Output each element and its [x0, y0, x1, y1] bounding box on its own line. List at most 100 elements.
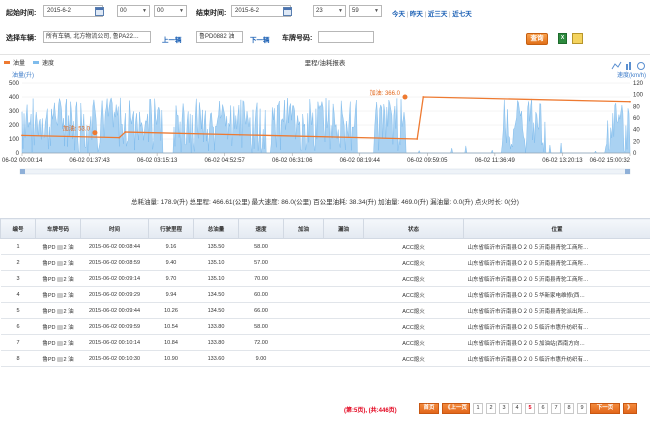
plate-input[interactable]	[318, 31, 374, 43]
column-header[interactable]: 行驶里程	[148, 218, 194, 239]
cell-fuel: 134.50	[193, 302, 239, 319]
last-page-button[interactable]: 》	[623, 403, 637, 414]
chevron-down-icon: ▼	[338, 8, 343, 14]
slider-left-handle[interactable]	[20, 169, 25, 174]
end-minute-select[interactable]: 59 ▼	[349, 5, 382, 17]
start-hour-value: 00	[120, 8, 127, 14]
page-3-button[interactable]: 3	[499, 403, 509, 414]
cell-loc: 山东省临沂市沂南县Ｏ２０５沂南县青驼工商所…	[463, 238, 650, 255]
vehicle-select[interactable]: 所有车辆, 北方物流公司, 鲁PA22…	[43, 31, 151, 43]
end-date-input[interactable]: 2015-6-2	[231, 5, 291, 17]
y-tick-right: 100	[633, 93, 644, 99]
calendar-icon[interactable]	[95, 7, 104, 16]
cell-loc: 山东省临沂市沂南县Ｏ２０５临沂市惠升纺织有…	[463, 318, 650, 335]
plate-prefix: 鲁PD	[42, 340, 56, 347]
page-7-button[interactable]: 7	[551, 403, 561, 414]
page-5-button[interactable]: 5	[525, 403, 535, 414]
quick-7days-link[interactable]: 近七天	[452, 11, 472, 18]
next-vehicle-link[interactable]: 下一辆	[250, 34, 270, 44]
y-tick-left: 400	[9, 95, 20, 101]
y-axis-right-label: 速度(km/h)	[617, 71, 646, 79]
start-minute-select[interactable]: 00 ▼	[154, 5, 187, 17]
column-header[interactable]: 车牌号码	[35, 218, 81, 239]
print-icon[interactable]	[572, 33, 583, 44]
table-row[interactable]: 4 鲁PD 2 油 2015-06-02 00:09:29 9.94 134.50 60.0…	[0, 286, 650, 303]
first-page-button[interactable]: 首页	[419, 403, 439, 414]
query-button[interactable]: 查询	[526, 33, 548, 45]
prev-vehicle-link[interactable]: 上一辆	[162, 34, 182, 44]
page-4-button[interactable]: 4	[512, 403, 522, 414]
next-page-button[interactable]: 下一页	[590, 403, 620, 414]
table-row[interactable]: 6 鲁PD 2 油 2015-06-02 00:09:59 10.54 133.80 58.…	[0, 318, 650, 335]
column-header[interactable]: 编号	[0, 218, 36, 239]
bar-chart-icon[interactable]	[626, 64, 628, 70]
fuel-point	[422, 96, 425, 98]
chart-zoom-slider[interactable]	[19, 168, 631, 175]
cell-time: 2015-06-02 00:09:29	[80, 286, 149, 303]
x-tick-label: 06-02 01:37:43	[69, 158, 110, 164]
divider: |	[448, 12, 451, 18]
cell-plate: 鲁PD 2 油	[35, 302, 81, 319]
page-8-button[interactable]: 8	[564, 403, 574, 414]
quick-yesterday-link[interactable]: 昨天	[410, 11, 423, 18]
table-row[interactable]: 2 鲁PD 2 油 2015-06-02 00:08:59 9.40 135.10 57.0…	[0, 254, 650, 271]
table-row[interactable]: 8 鲁PD 2 油 2015-06-02 00:10:30 10.90 133.60 9.0…	[0, 350, 650, 367]
prev-page-button[interactable]: 《上一页	[442, 403, 470, 414]
page-1-button[interactable]: 1	[473, 403, 483, 414]
quick-3days-link[interactable]: 近三天	[428, 11, 448, 18]
column-header[interactable]: 总油量	[193, 218, 239, 239]
quick-today-link[interactable]: 今天	[392, 11, 405, 18]
column-header[interactable]: 加油	[283, 218, 324, 239]
cell-speed: 58.00	[238, 318, 284, 335]
start-date-input[interactable]: 2015-6-2	[43, 5, 103, 17]
redacted-block	[56, 292, 63, 298]
calendar-icon[interactable]	[283, 7, 292, 16]
legend-speed[interactable]: 速度	[42, 59, 54, 67]
cell-time: 2015-06-02 00:10:30	[80, 350, 149, 367]
column-header[interactable]: 速度	[238, 218, 284, 239]
cell-no: 7	[0, 334, 36, 351]
column-header[interactable]: 漏油	[323, 218, 364, 239]
y-tick-left: 200	[9, 123, 20, 129]
legend-fuel[interactable]: 油量	[13, 59, 25, 67]
cell-plate: 鲁PD 2 油	[35, 350, 81, 367]
cell-plate: 鲁PD 2 油	[35, 318, 81, 335]
cell-speed: 72.00	[238, 334, 284, 351]
page-6-button[interactable]: 6	[538, 403, 548, 414]
column-header[interactable]: 位置	[463, 218, 650, 239]
cell-plate: 鲁PD 2 油	[35, 238, 81, 255]
end-hour-select[interactable]: 23 ▼	[313, 5, 346, 17]
refuel-marker	[402, 94, 408, 100]
cell-loc: 山东省临沂市沂南县Ｏ２０５加油站(西南方向…	[463, 334, 650, 351]
slider-right-handle[interactable]	[625, 169, 630, 174]
current-vehicle-select[interactable]: 鲁PD0882 油	[196, 31, 243, 43]
redacted-block	[56, 276, 63, 282]
cell-add	[283, 302, 324, 319]
page-2-button[interactable]: 2	[486, 403, 496, 414]
column-header[interactable]: 时间	[80, 218, 149, 239]
excel-export-icon[interactable]: X	[558, 33, 567, 44]
plate-prefix: 鲁PD	[42, 260, 56, 267]
refuel-marker	[92, 130, 98, 136]
table-row[interactable]: 3 鲁PD 2 油 2015-06-02 00:09:14 9.70 135.10 70.0…	[0, 270, 650, 287]
cell-status: ACC熄火	[363, 238, 464, 255]
cell-no: 4	[0, 286, 36, 303]
start-time-label: 起始时间:	[6, 10, 37, 17]
table-row[interactable]: 1 鲁PD 2 油 2015-06-02 00:08:44 9.16 135.50 58.0…	[0, 238, 650, 255]
refuel-annotation: 加油: 53.0	[63, 125, 91, 133]
cell-plate: 鲁PD 2 油	[35, 254, 81, 271]
cell-mileage: 9.70	[148, 270, 194, 287]
y-tick-right: 60	[633, 116, 640, 122]
start-hour-select[interactable]: 00 ▼	[117, 5, 150, 17]
cell-no: 1	[0, 238, 36, 255]
column-header[interactable]: 状态	[363, 218, 464, 239]
page-9-button[interactable]: 9	[577, 403, 587, 414]
table-row[interactable]: 7 鲁PD 2 油 2015-06-02 00:10:14 10.84 133.80 72.…	[0, 334, 650, 351]
x-tick-label: 06-02 04:52:57	[204, 158, 245, 164]
cell-leak	[323, 334, 364, 351]
cell-fuel: 135.50	[193, 238, 239, 255]
x-tick-label: 06-02 15:00:32	[590, 158, 631, 164]
bar-chart-icon[interactable]	[629, 62, 631, 70]
chart-title: 里程/油耗报表	[305, 58, 346, 67]
table-row[interactable]: 5 鲁PD 2 油 2015-06-02 00:09:44 10.26 134.50 66.…	[0, 302, 650, 319]
